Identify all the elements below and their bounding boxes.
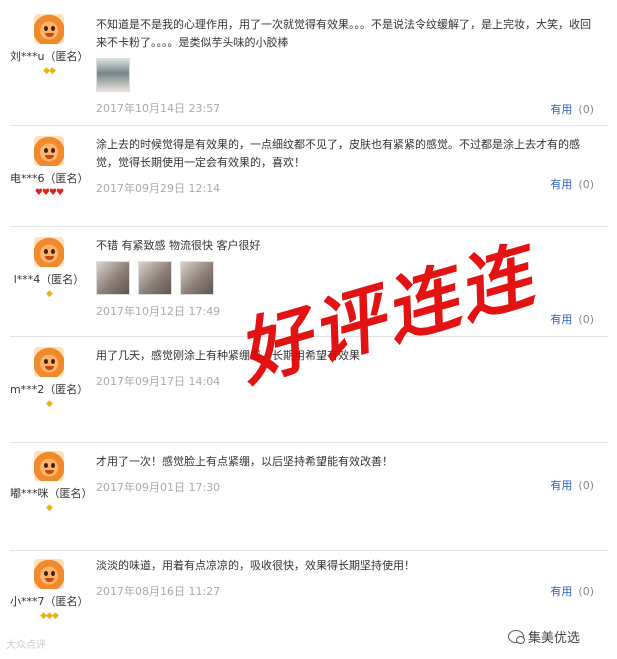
review-text: 才用了一次！感觉脸上有点紧绷，以后坚持希望能有效改善！ <box>96 455 393 468</box>
review-text: 不知道是不是我的心理作用，用了一次就觉得有效果。。。不是说法令纹缓解了，是上完妆… <box>96 18 591 49</box>
review-photo-thumbnail[interactable] <box>180 261 214 295</box>
review-date: 2017年10月14日 23:57 <box>96 102 221 115</box>
reviewer-info: 刘***u（匿名） ◆◆ <box>10 14 88 76</box>
review-text: 涂上去的时候觉得是有效果的，一点细纹都不见了，皮肤也有紧紧的感觉。不过都是涂上去… <box>96 138 580 169</box>
reviewer-name: l***4（匿名） <box>13 273 85 286</box>
review-date: 2017年08月16日 11:27 <box>96 585 221 598</box>
source-watermark: 大众点评 <box>6 640 46 651</box>
review-photo-thumbnail[interactable] <box>138 261 172 295</box>
review-item: 刘***u（匿名） ◆◆ 不知道是不是我的心理作用，用了一次就觉得有效果。。。不… <box>10 0 608 126</box>
review-photos <box>96 58 592 92</box>
review-content: 淡淡的味道，用着有点凉凉的，吸收很快，效果得长期坚持使用！ 2017年08月16… <box>96 557 592 599</box>
member-level-badge: ◆ <box>46 289 53 299</box>
reviewer-name: 嘟***咪（匿名） <box>10 487 93 500</box>
useful-label[interactable]: 有用 <box>550 103 572 116</box>
review-item: 嘟***咪（匿名） ◆ 才用了一次！感觉脸上有点紧绷，以后坚持希望能有效改善！ … <box>10 443 608 551</box>
useful-count: (0) <box>578 313 594 326</box>
reviewer-info: m***2（匿名） ◆ <box>10 347 88 409</box>
useful-count: (0) <box>578 178 594 191</box>
member-level-badge: ◆ <box>46 503 53 513</box>
member-level-badge: ◆ <box>46 399 53 409</box>
useful-button[interactable]: 有用 (0) <box>550 583 594 599</box>
review-photo-thumbnail[interactable] <box>96 261 130 295</box>
avatar[interactable] <box>34 14 64 44</box>
review-date: 2017年09月01日 17:30 <box>96 481 221 494</box>
useful-label[interactable]: 有用 <box>550 313 572 326</box>
useful-count: (0) <box>578 103 594 116</box>
reviewer-name: 小***7（匿名） <box>10 595 89 608</box>
useful-label[interactable]: 有用 <box>550 178 572 191</box>
reviewer-name: 电***6（匿名） <box>10 172 89 185</box>
review-date: 2017年09月29日 12:14 <box>96 182 221 195</box>
review-content: 才用了一次！感觉脸上有点紧绷，以后坚持希望能有效改善！ 2017年09月01日 … <box>96 453 592 495</box>
avatar[interactable] <box>34 136 64 166</box>
reviewer-name: 刘***u（匿名） <box>10 50 89 63</box>
member-level-badge: ♥♥♥♥ <box>34 188 64 198</box>
member-level-badge: ◆◆◆ <box>40 611 59 621</box>
useful-count: (0) <box>578 479 594 492</box>
useful-button[interactable]: 有用 (0) <box>550 101 594 117</box>
useful-count: (0) <box>578 585 594 598</box>
review-item: 电***6（匿名） ♥♥♥♥ 涂上去的时候觉得是有效果的，一点细纹都不见了，皮肤… <box>10 126 608 227</box>
avatar[interactable] <box>34 347 64 377</box>
wechat-icon <box>508 630 525 644</box>
account-name: 集美优选 <box>528 631 581 646</box>
useful-button[interactable]: 有用 (0) <box>550 477 594 493</box>
review-text: 淡淡的味道，用着有点凉凉的，吸收很快，效果得长期坚持使用！ <box>96 559 415 572</box>
review-photo-thumbnail[interactable] <box>96 58 130 92</box>
reviewer-info: 小***7（匿名） ◆◆◆ <box>10 559 89 621</box>
avatar[interactable] <box>34 451 64 481</box>
useful-label[interactable]: 有用 <box>550 479 572 492</box>
reviewer-info: 电***6（匿名） ♥♥♥♥ <box>10 136 89 198</box>
avatar[interactable] <box>34 237 64 267</box>
review-content: 不知道是不是我的心理作用，用了一次就觉得有效果。。。不是说法令纹缓解了，是上完妆… <box>96 16 592 116</box>
account-watermark: 集美优选 <box>508 627 580 646</box>
avatar[interactable] <box>34 559 64 589</box>
reviewer-info: l***4（匿名） ◆ <box>10 237 88 299</box>
reviewer-info: 嘟***咪（匿名） ◆ <box>10 451 93 513</box>
useful-button[interactable]: 有用 (0) <box>550 176 594 192</box>
reviewer-name: m***2（匿名） <box>10 383 89 396</box>
useful-label[interactable]: 有用 <box>550 585 572 598</box>
review-content: 涂上去的时候觉得是有效果的，一点细纹都不见了，皮肤也有紧紧的感觉。不过都是涂上去… <box>96 136 592 196</box>
member-level-badge: ◆◆ <box>43 66 56 76</box>
